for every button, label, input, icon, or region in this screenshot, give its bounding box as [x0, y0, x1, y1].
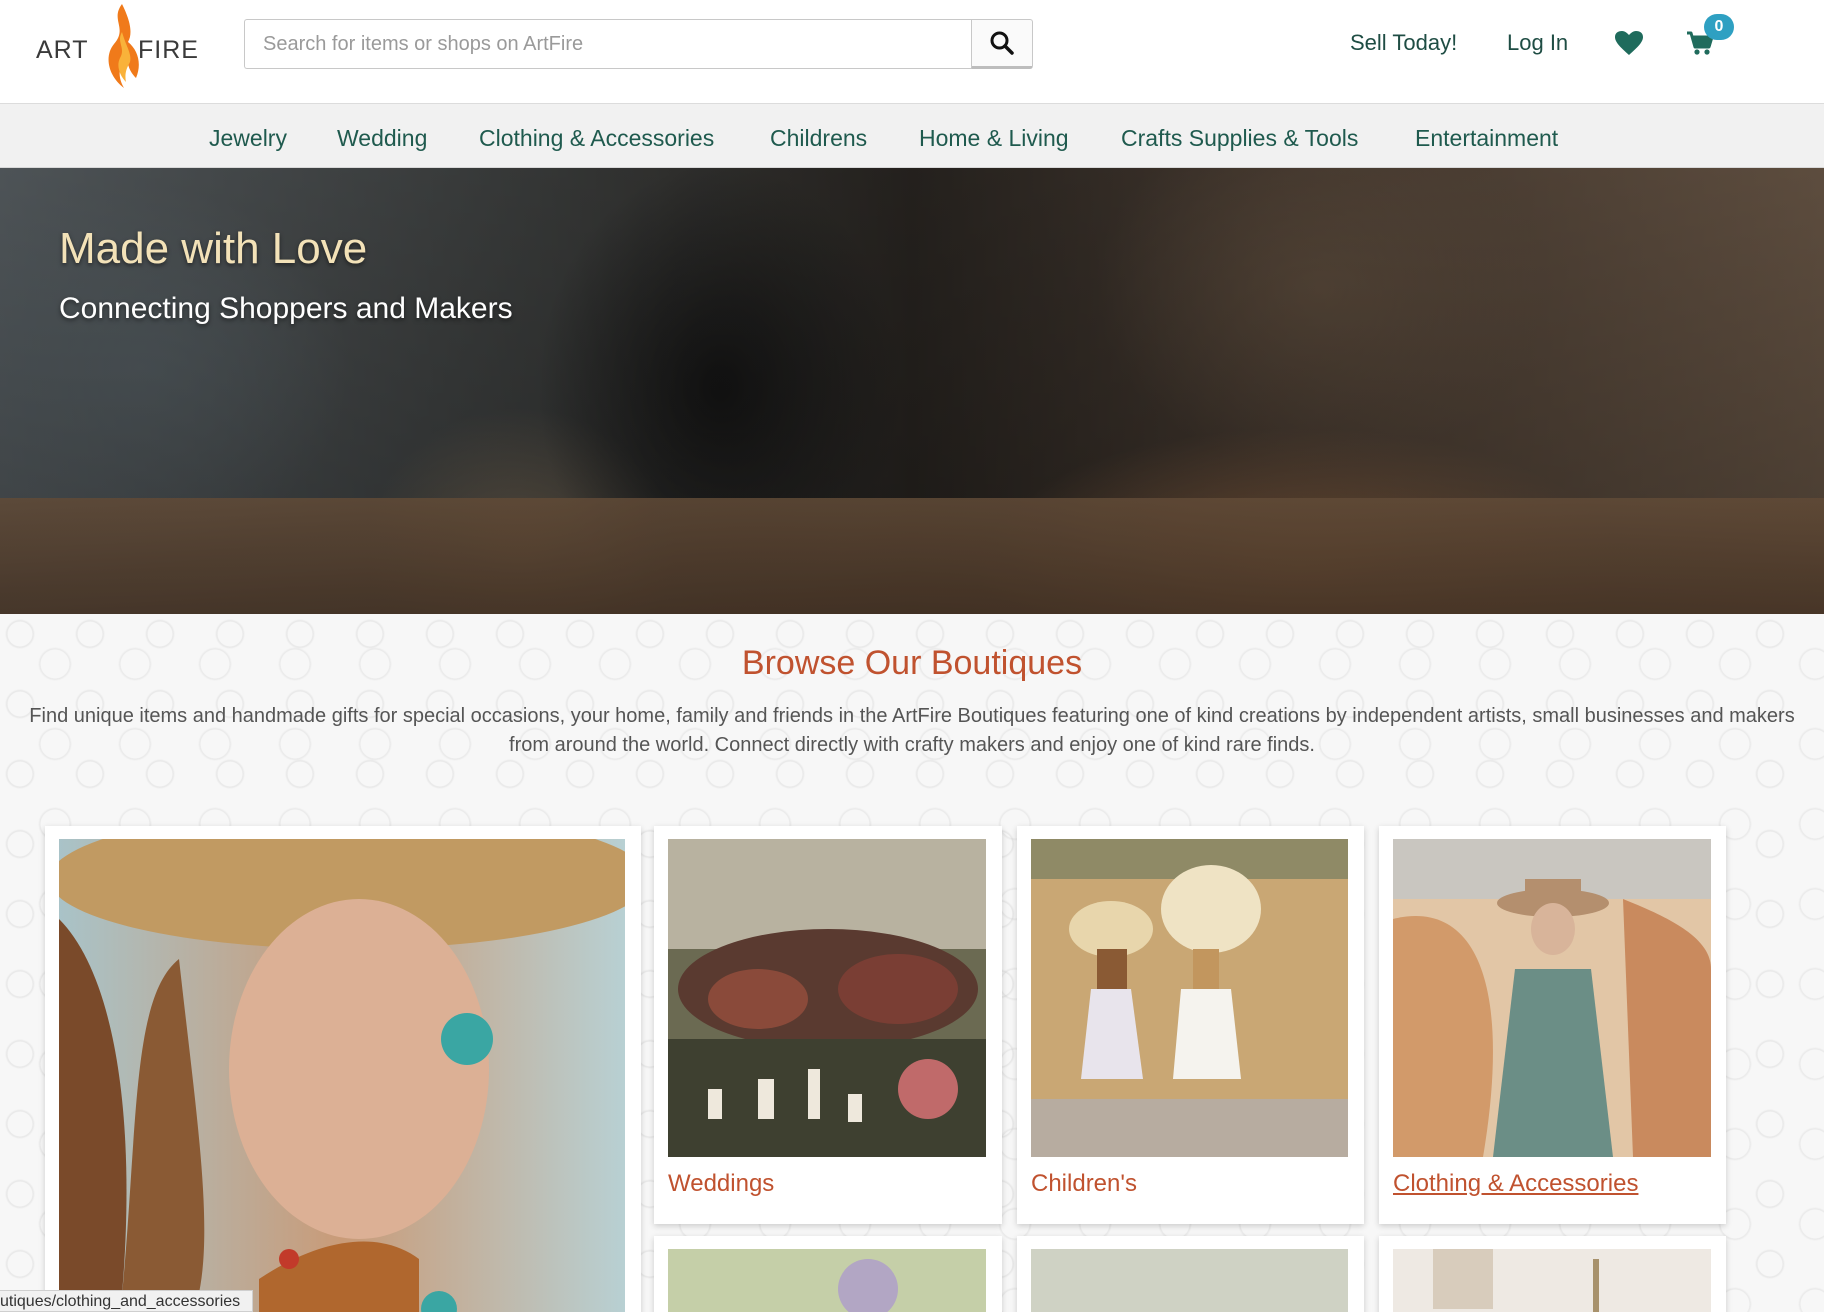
site-header: ART FIRE Sell Today! Log In 0: [0, 0, 1824, 104]
logo-text-fire: FIRE: [138, 36, 199, 64]
category-nav: Jewelry Wedding Clothing & Accessories C…: [0, 104, 1824, 168]
search-bar: [244, 19, 1033, 69]
status-bar-url: utiques/clothing_and_accessories: [0, 1290, 254, 1312]
boutiques-description: Find unique items and handmade gifts for…: [29, 705, 1795, 756]
boutiques-section: Browse Our Boutiques Find unique items a…: [0, 614, 1824, 1312]
jewelry-boutique-image: [59, 839, 625, 1312]
clothing-boutique-image: [1393, 839, 1711, 1157]
category-crafts-supplies-tools[interactable]: Crafts Supplies & Tools: [1121, 125, 1358, 152]
boutique-image-row2-1: [668, 1249, 986, 1312]
flame-icon: [108, 4, 139, 88]
search-button[interactable]: [971, 19, 1033, 69]
boutique-card-clothing-accessories[interactable]: Clothing & Accessories: [1379, 826, 1726, 1224]
hero-title: Made with Love: [59, 224, 368, 273]
logo-text-art: ART: [36, 36, 89, 64]
boutique-card-weddings[interactable]: Weddings: [654, 826, 1002, 1224]
weddings-label[interactable]: Weddings: [668, 1170, 774, 1198]
boutiques-title: Browse Our Boutiques: [741, 644, 1083, 682]
search-icon: [990, 31, 1014, 55]
boutique-image-row2-3: [1393, 1249, 1711, 1312]
search-input[interactable]: [244, 19, 971, 69]
artfire-logo[interactable]: ART FIRE: [36, 2, 206, 94]
category-clothing-accessories[interactable]: Clothing & Accessories: [479, 125, 714, 152]
boutique-card-row2-2[interactable]: [1017, 1236, 1364, 1312]
category-wedding[interactable]: Wedding: [337, 125, 427, 152]
heart-icon[interactable]: [1614, 30, 1644, 56]
boutique-card-childrens[interactable]: Children's: [1017, 826, 1364, 1224]
category-home-living[interactable]: Home & Living: [919, 125, 1069, 152]
boutique-image-row2-2: [1031, 1249, 1348, 1312]
login-link[interactable]: Log In: [1507, 30, 1568, 56]
cart-count-badge: 0: [1704, 14, 1734, 40]
weddings-boutique-image: [668, 839, 986, 1157]
sell-today-link[interactable]: Sell Today!: [1350, 30, 1457, 56]
category-entertainment[interactable]: Entertainment: [1415, 125, 1558, 152]
hero-banner: Made with Love Connecting Shoppers and M…: [0, 168, 1824, 614]
childrens-boutique-image: [1031, 839, 1348, 1157]
category-childrens[interactable]: Childrens: [770, 125, 867, 152]
clothing-accessories-label[interactable]: Clothing & Accessories: [1393, 1170, 1638, 1198]
boutique-card-row2-3[interactable]: [1379, 1236, 1726, 1312]
childrens-label[interactable]: Children's: [1031, 1170, 1137, 1198]
category-jewelry[interactable]: Jewelry: [209, 125, 287, 152]
boutique-card-jewelry[interactable]: [45, 826, 641, 1312]
hero-subtitle: Connecting Shoppers and Makers: [59, 292, 513, 325]
boutique-card-row2-1[interactable]: [654, 1236, 1002, 1312]
